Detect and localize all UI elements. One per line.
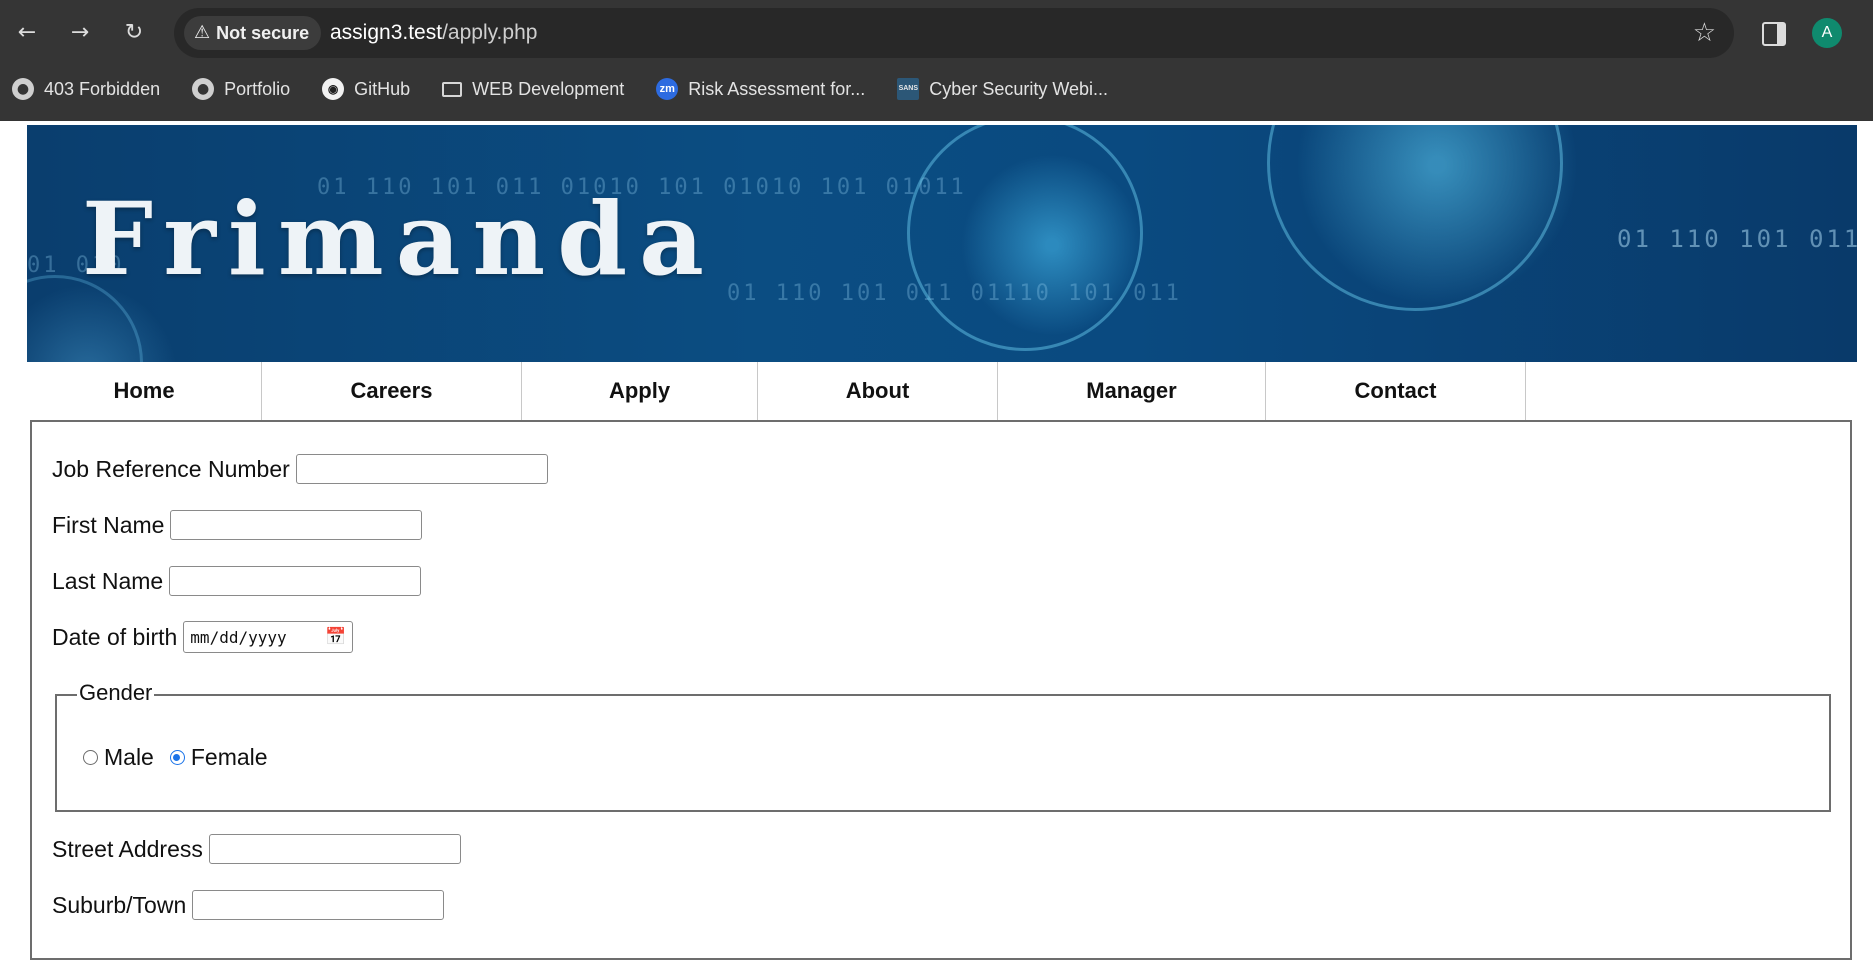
- bookmarks-bar: ● 403 Forbidden ● Portfolio ◉ GitHub WEB…: [0, 70, 1128, 108]
- nav-apply[interactable]: Apply: [522, 362, 758, 420]
- side-panel-icon[interactable]: [1762, 22, 1786, 46]
- bookmark-star-icon[interactable]: ☆: [1693, 18, 1716, 48]
- forward-arrow-icon[interactable]: →: [62, 15, 98, 51]
- zm-icon: zm: [656, 78, 679, 100]
- url-path: /apply.php: [442, 21, 538, 44]
- signal-tower-ring-icon: [907, 125, 1143, 351]
- street-label: Street Address: [52, 835, 203, 862]
- dob-row: Date of birth mm/dd/yyyy 📅: [52, 621, 354, 653]
- nav-manager[interactable]: Manager: [998, 362, 1266, 420]
- bookmark-label: Portfolio: [224, 78, 291, 99]
- dob-label: Date of birth: [52, 623, 178, 650]
- gender-fieldset: Gender Male Female: [55, 680, 1831, 812]
- street-input[interactable]: [208, 834, 461, 864]
- warning-triangle-icon: ⚠: [194, 22, 211, 43]
- gender-male-label[interactable]: Male: [104, 744, 154, 771]
- job-ref-input[interactable]: [295, 454, 548, 484]
- bookmark-label: Risk Assessment for...: [688, 78, 866, 99]
- nav-contact[interactable]: Contact: [1266, 362, 1526, 420]
- first-name-row: First Name: [52, 510, 423, 540]
- browser-chrome: ← → ↻ ⚠ Not secure assign3.test/apply.ph…: [0, 0, 1873, 121]
- calendar-icon[interactable]: 📅: [325, 627, 346, 647]
- site-title: Frimanda: [82, 180, 716, 298]
- folder-icon: [442, 81, 463, 97]
- suburb-row: Suburb/Town: [52, 890, 445, 920]
- bookmark-label: Cyber Security Webi...: [929, 78, 1109, 99]
- nav-about[interactable]: About: [758, 362, 998, 420]
- nav-careers[interactable]: Careers: [262, 362, 522, 420]
- bookmark-label: GitHub: [354, 78, 411, 99]
- profile-avatar[interactable]: A: [1812, 18, 1842, 48]
- bookmark-label: WEB Development: [472, 78, 625, 99]
- bookmark-label: 403 Forbidden: [44, 78, 161, 99]
- last-name-row: Last Name: [52, 566, 422, 596]
- suburb-input[interactable]: [192, 890, 445, 920]
- gender-female-label[interactable]: Female: [191, 744, 268, 771]
- globe-icon: ●: [192, 78, 215, 100]
- sans-icon: SANS: [897, 78, 920, 100]
- site-banner: 01 110 101 011 01010 101 01010 101 01011…: [27, 125, 1857, 362]
- first-name-input[interactable]: [170, 510, 423, 540]
- bookmark-github[interactable]: ◉ GitHub: [322, 70, 410, 108]
- bookmark-portfolio[interactable]: ● Portfolio: [192, 70, 290, 108]
- github-icon: ◉: [322, 78, 345, 100]
- security-label: Not secure: [216, 23, 310, 43]
- reload-icon[interactable]: ↻: [116, 15, 152, 51]
- street-row: Street Address: [52, 834, 461, 864]
- first-name-label: First Name: [52, 511, 165, 538]
- security-chip[interactable]: ⚠ Not secure: [184, 16, 322, 50]
- bookmark-cyber-security[interactable]: SANS Cyber Security Webi...: [897, 70, 1108, 108]
- main-nav: Home Careers Apply About Manager Contact: [27, 362, 1526, 420]
- banner-binary-text: 01 110 101 011 010: [1617, 225, 1857, 253]
- gender-options: Male Female: [83, 744, 268, 771]
- application-form: Job Reference Number First Name Last Nam…: [30, 420, 1852, 960]
- wifi-ring-icon: [1267, 125, 1563, 311]
- dob-placeholder: mm/dd/yyyy: [190, 627, 287, 647]
- suburb-label: Suburb/Town: [52, 891, 187, 918]
- bookmark-web-development[interactable]: WEB Development: [442, 70, 624, 108]
- address-bar[interactable]: ⚠ Not secure assign3.test/apply.php ☆: [174, 8, 1734, 58]
- bookmark-risk-assessment[interactable]: zm Risk Assessment for...: [656, 70, 865, 108]
- last-name-input[interactable]: [169, 566, 422, 596]
- url-host: assign3.test: [330, 21, 443, 44]
- globe-icon: ●: [12, 78, 34, 100]
- bookmark-403-forbidden[interactable]: ● 403 Forbidden: [12, 70, 160, 108]
- gender-male-radio[interactable]: [83, 750, 98, 765]
- gender-female-radio[interactable]: [169, 750, 185, 765]
- dob-input[interactable]: mm/dd/yyyy 📅: [183, 621, 354, 653]
- job-ref-label: Job Reference Number: [52, 455, 290, 482]
- url-text[interactable]: assign3.test/apply.php: [330, 8, 537, 58]
- back-arrow-icon[interactable]: ←: [9, 15, 45, 51]
- last-name-label: Last Name: [52, 567, 164, 594]
- gender-legend: Gender: [77, 680, 155, 706]
- nav-home[interactable]: Home: [27, 362, 262, 420]
- job-ref-row: Job Reference Number: [52, 454, 548, 484]
